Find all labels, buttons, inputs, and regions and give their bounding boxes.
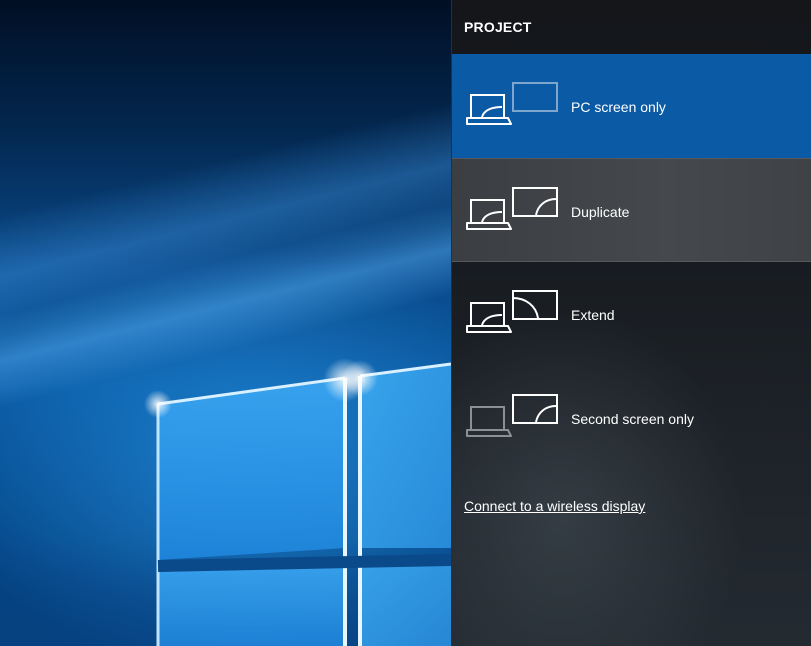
project-panel: PROJECT PC screen only Duplicate Extend …: [451, 0, 811, 646]
option-label: Second screen only: [571, 411, 694, 427]
option-second-screen-only[interactable]: Second screen only: [452, 366, 811, 470]
option-label: Extend: [571, 307, 615, 323]
extend-icon: [466, 290, 558, 333]
option-pc-screen-only[interactable]: PC screen only: [452, 54, 811, 158]
option-label: Duplicate: [571, 204, 630, 220]
panel-title: PROJECT: [464, 19, 532, 35]
windows-logo-icon: [144, 358, 451, 646]
screen: PROJECT PC screen only Duplicate Extend …: [0, 0, 811, 646]
option-label: PC screen only: [571, 99, 666, 115]
connect-wireless-display-link[interactable]: Connect to a wireless display: [464, 498, 645, 514]
desktop-wallpaper: [0, 0, 451, 646]
option-duplicate[interactable]: Duplicate: [452, 158, 811, 262]
second-screen-only-icon: [466, 394, 558, 437]
option-extend[interactable]: Extend: [452, 262, 811, 366]
duplicate-icon: [466, 187, 558, 230]
pc-screen-only-icon: [466, 82, 558, 125]
